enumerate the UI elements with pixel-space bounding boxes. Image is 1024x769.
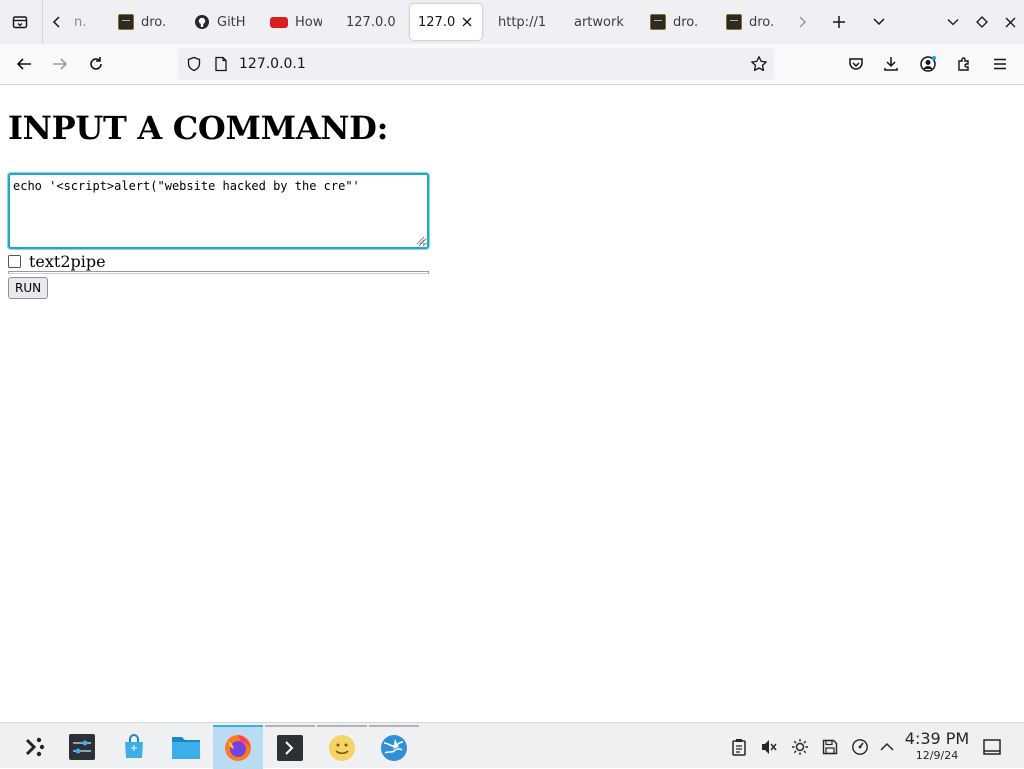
- page-content: INPUT A COMMAND: text2pipe RUN: [0, 85, 1024, 722]
- text2pipe-option[interactable]: text2pipe: [8, 252, 106, 271]
- forward-arrow-icon[interactable]: [45, 49, 75, 79]
- tab-label: n.: [74, 14, 87, 30]
- tab-overview-icon[interactable]: [4, 6, 36, 38]
- tab-label: dro.: [749, 14, 775, 30]
- github-icon: [195, 15, 209, 29]
- file-manager-icon[interactable]: [162, 725, 210, 769]
- shield-icon[interactable]: [186, 56, 202, 72]
- reload-icon[interactable]: [81, 49, 111, 79]
- window-close-icon[interactable]: [994, 6, 1024, 38]
- account-icon[interactable]: [913, 49, 943, 79]
- brightness-icon[interactable]: [790, 737, 810, 757]
- clock[interactable]: 4:39 PM 12/9/24: [898, 729, 976, 763]
- disk-save-icon[interactable]: [820, 737, 840, 757]
- tab-label: 127.0.0: [346, 14, 396, 30]
- clipboard-icon[interactable]: [729, 737, 749, 757]
- back-arrow-icon[interactable]: [9, 49, 39, 79]
- navigation-toolbar: 127.0.0.1: [0, 44, 1024, 85]
- address-bar[interactable]: 127.0.0.1: [178, 48, 774, 80]
- tab-8[interactable]: artwork: [566, 4, 632, 40]
- tab-label: http://1: [498, 14, 547, 30]
- firefox-icon[interactable]: [213, 725, 263, 769]
- tab-label: How: [295, 14, 322, 30]
- tab-label: GitH: [217, 14, 246, 30]
- tab-3[interactable]: GitH: [186, 4, 254, 40]
- extensions-icon[interactable]: [949, 49, 979, 79]
- tab-strip: n. dro. GitH How 127.0.0 127.0 http://1 …: [0, 0, 1024, 44]
- window-minimize-icon[interactable]: [937, 6, 969, 38]
- red-badge-icon: [270, 16, 288, 28]
- downloads-icon[interactable]: [876, 49, 906, 79]
- page-title: INPUT A COMMAND:: [8, 109, 389, 147]
- terminal-icon[interactable]: [265, 725, 315, 769]
- pocket-icon[interactable]: [841, 49, 871, 79]
- clock-time: 4:39 PM: [904, 729, 970, 748]
- tab-9[interactable]: dro.: [642, 4, 708, 40]
- tab-2[interactable]: dro.: [110, 4, 176, 40]
- page-info-icon[interactable]: [214, 56, 228, 72]
- tab-5[interactable]: 127.0.0: [338, 4, 404, 40]
- smiley-app-icon[interactable]: [317, 725, 367, 769]
- new-tab-icon[interactable]: [823, 6, 855, 38]
- tab-label: artwork: [574, 14, 624, 30]
- tab-label: dro.: [673, 14, 699, 30]
- url-text: 127.0.0.1: [239, 56, 306, 72]
- volume-muted-icon[interactable]: [759, 737, 779, 757]
- command-textarea[interactable]: [8, 173, 429, 249]
- divider: [8, 271, 429, 274]
- run-button[interactable]: RUN: [8, 277, 49, 299]
- dark-thumbnail-icon: [650, 14, 666, 30]
- show-desktop-icon[interactable]: [982, 737, 1002, 757]
- tab-1[interactable]: n.: [66, 4, 106, 40]
- show-hidden-icons-chevron-icon[interactable]: [877, 737, 897, 757]
- discover-store-icon[interactable]: [110, 725, 158, 769]
- text2pipe-checkbox[interactable]: [8, 255, 21, 268]
- network-speed-icon[interactable]: [850, 737, 870, 757]
- resize-grip-icon[interactable]: [415, 235, 425, 245]
- dark-thumbnail-icon: [726, 14, 742, 30]
- scroll-tabs-left-icon[interactable]: [46, 6, 68, 38]
- clock-date: 12/9/24: [915, 749, 959, 762]
- tab-7[interactable]: http://1: [490, 4, 556, 40]
- menu-hamburger-icon[interactable]: [985, 49, 1015, 79]
- tab-label: dro.: [141, 14, 167, 30]
- globe-app-icon[interactable]: [369, 725, 419, 769]
- system-settings-icon[interactable]: [58, 725, 106, 769]
- list-all-tabs-icon[interactable]: [863, 6, 895, 38]
- app-launcher-icon[interactable]: [10, 725, 58, 769]
- tab-4[interactable]: How: [262, 4, 330, 40]
- dark-thumbnail-icon: [118, 14, 134, 30]
- scroll-tabs-right-icon[interactable]: [790, 6, 814, 38]
- close-tab-icon[interactable]: [462, 17, 472, 27]
- text2pipe-label: text2pipe: [29, 252, 106, 271]
- tab-6-active[interactable]: 127.0: [410, 4, 482, 40]
- taskbar: 4:39 PM 12/9/24: [0, 722, 1024, 769]
- tab-10[interactable]: dro.: [718, 4, 784, 40]
- bookmark-star-icon[interactable]: [750, 55, 768, 73]
- tab-label: 127.0: [418, 14, 456, 30]
